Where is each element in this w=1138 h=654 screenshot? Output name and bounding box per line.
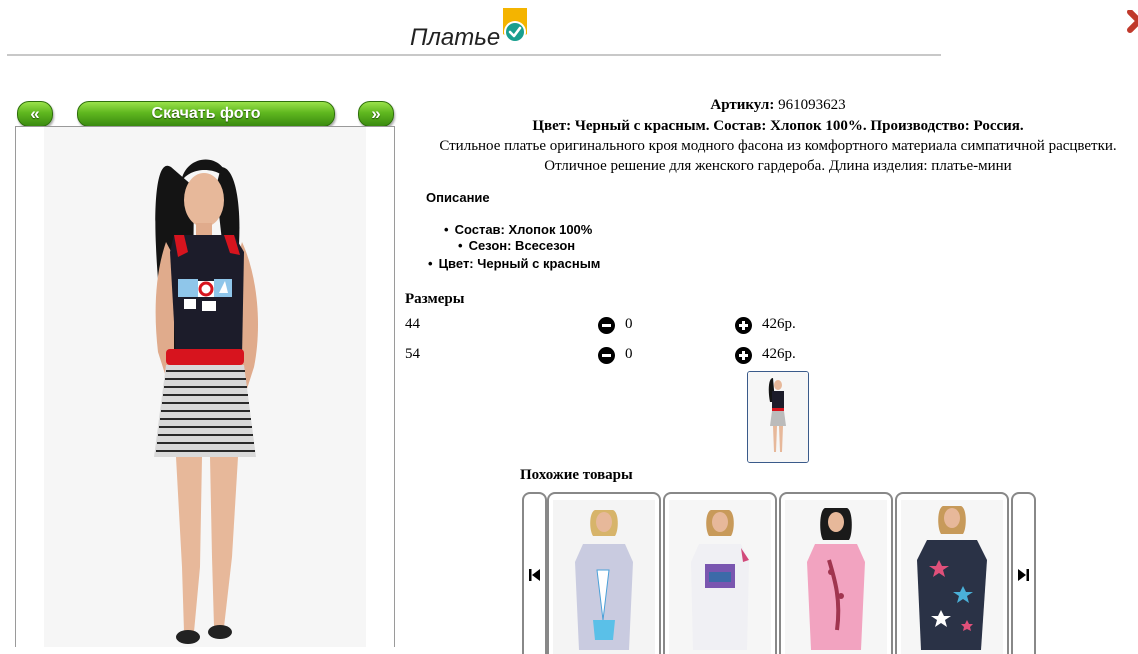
- description-heading: Описание: [426, 190, 490, 205]
- product-description-line1: Стильное платье оригинального кроя модно…: [439, 138, 1117, 154]
- size-price: 426р.: [762, 346, 796, 362]
- article-line: Артикул: 961093623: [410, 97, 1138, 114]
- download-photo-button[interactable]: Скачать фото: [77, 101, 335, 127]
- skip-forward-icon: [1018, 569, 1029, 581]
- plus-circle-icon[interactable]: [735, 347, 752, 364]
- previous-photo-button[interactable]: «: [17, 101, 53, 127]
- verified-check-icon: [500, 8, 530, 48]
- size-row: 44 0 426р.: [405, 316, 825, 336]
- header-divider: [7, 54, 941, 56]
- article-value: 961093623: [778, 97, 846, 113]
- quantity-value: 0: [625, 316, 633, 332]
- quantity-value: 0: [625, 346, 633, 362]
- skip-back-icon: [529, 569, 540, 581]
- product-thumbnail[interactable]: [747, 371, 809, 463]
- page-title: Платье: [410, 24, 501, 51]
- size-price: 426р.: [762, 316, 796, 332]
- similar-product-card[interactable]: [547, 492, 661, 654]
- minus-circle-icon[interactable]: [598, 317, 615, 334]
- product-description-line2: Отличное решение для женского гардероба.…: [544, 158, 1012, 174]
- size-label: 44: [405, 316, 420, 332]
- similar-products-heading: Похожие товары: [520, 467, 633, 483]
- close-icon[interactable]: [1126, 10, 1138, 36]
- plus-circle-icon[interactable]: [735, 317, 752, 334]
- sizes-heading: Размеры: [405, 291, 465, 307]
- size-label: 54: [405, 346, 420, 362]
- title-wrap: Платье: [410, 8, 527, 54]
- carousel-next-button[interactable]: [1011, 492, 1036, 654]
- carousel-prev-button[interactable]: [522, 492, 547, 654]
- product-details: Цвет: Черный с красным. Состав: Хлопок 1…: [532, 118, 1024, 134]
- description-item-composition: Состав: Хлопок 100%: [444, 222, 593, 237]
- next-photo-button[interactable]: »: [358, 101, 394, 127]
- similar-product-card[interactable]: [663, 492, 777, 654]
- description-item-season: Сезон: Всесезон: [458, 238, 576, 253]
- size-row: 54 0 426р.: [405, 346, 825, 366]
- article-label: Артикул:: [710, 97, 775, 113]
- minus-circle-icon[interactable]: [598, 347, 615, 364]
- similar-product-card[interactable]: [895, 492, 1009, 654]
- similar-product-card[interactable]: [779, 492, 893, 654]
- description-item-color: Цвет: Черный с красным: [428, 256, 601, 271]
- main-product-photo[interactable]: [15, 126, 395, 647]
